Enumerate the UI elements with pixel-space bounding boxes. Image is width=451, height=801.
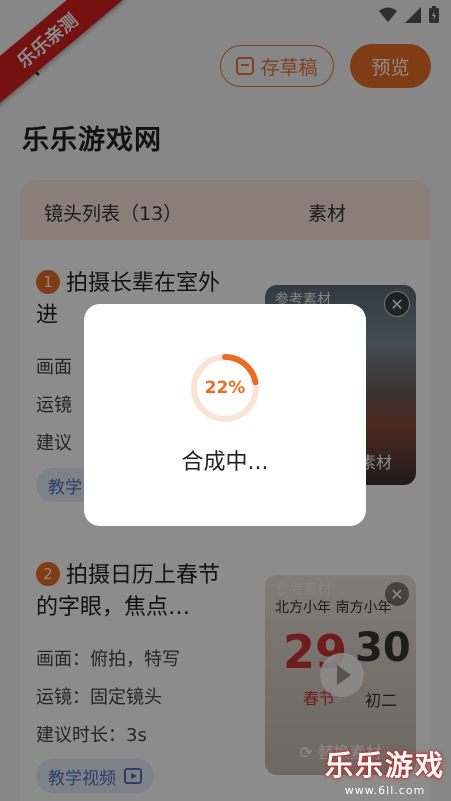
progress-percent: 22% (204, 378, 246, 398)
watermark-brand: 乐乐游戏 (324, 749, 445, 782)
progress-dialog: 22% 合成中... (84, 304, 366, 526)
progress-message: 合成中... (181, 450, 269, 475)
watermark-url: www.6ll.com (344, 784, 426, 797)
site-watermark: 乐乐游戏 www.6ll.com (325, 744, 445, 797)
